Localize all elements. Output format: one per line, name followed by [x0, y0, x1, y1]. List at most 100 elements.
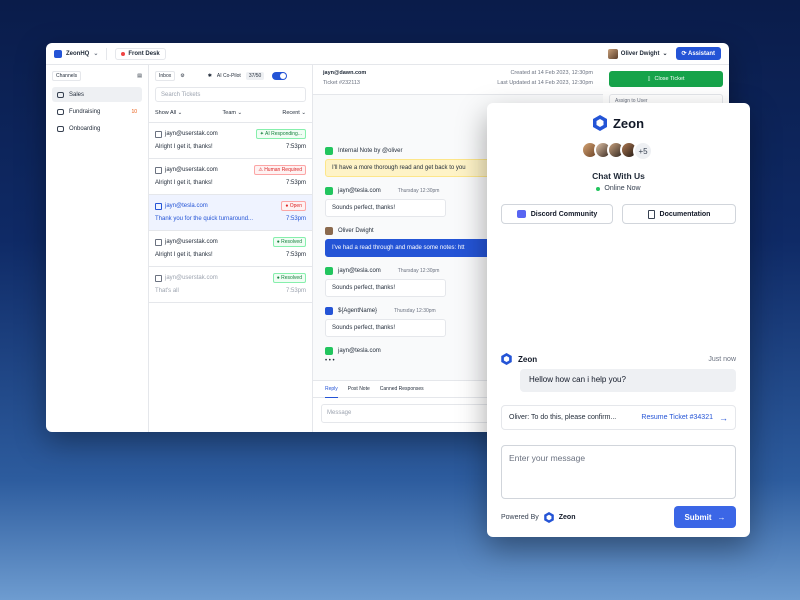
sidebar-item-sales[interactable]: Sales [52, 87, 142, 102]
status-badge: ● Resolved [272, 273, 306, 283]
ticket-time: 7:53pm [285, 252, 306, 258]
ticket-preview: Alright I get it, thanks! [155, 252, 213, 258]
ticket-time: 7:53pm [285, 144, 306, 150]
user-icon [155, 130, 162, 138]
ticket-preview: Thank you for the quick turnaround... [155, 216, 254, 222]
message-sender: Oliver Dwight [338, 228, 374, 234]
workspace-name: ZeonHQ [66, 50, 90, 57]
avatar [325, 227, 333, 235]
ticket-email: jayn@userstak.com [165, 275, 218, 281]
chat-widget: Zeon +5 Chat With Us Online Now Discord … [487, 103, 750, 537]
search-input[interactable]: Search Tickets [155, 87, 306, 102]
message-sender: jayn@tesla.com [338, 268, 381, 274]
chat-icon [57, 108, 64, 115]
online-dot [596, 186, 601, 191]
online-status: Online Now [487, 185, 750, 192]
chat-message-input[interactable]: Enter your message [501, 445, 736, 499]
channels-label: Channels [52, 71, 82, 81]
sparkle-icon: ✱ [207, 73, 212, 79]
status-badge: ✦ AI Responding... [255, 129, 306, 139]
tab-canned-responses[interactable]: Canned Responses [380, 386, 424, 397]
settings-gear-icon[interactable]: ⚙ [180, 73, 184, 79]
sidebar-item-label: Onboarding [69, 125, 101, 132]
user-icon [155, 238, 162, 246]
widget-brand: Zeon [487, 115, 750, 131]
submit-button[interactable]: Submit → [674, 506, 736, 528]
zeon-agent-icon [325, 307, 333, 315]
document-icon: ▯ [647, 76, 651, 82]
count-badge: 10 [131, 108, 137, 115]
zeon-logo-icon [592, 115, 607, 131]
assistant-button[interactable]: ⟳ Assistant [675, 47, 721, 60]
documentation-button[interactable]: Documentation [622, 204, 736, 224]
conversation-header: jayn@dawn.com Ticket #232113 Created at … [313, 65, 603, 95]
message-time: Thursday 12:30pm [394, 308, 436, 314]
widget-footer: Powered By Zeon Submit → [501, 506, 736, 528]
sidebar-item-onboarding[interactable]: Onboarding [52, 121, 142, 136]
message-sender: Internal Note by @oliver [338, 148, 403, 154]
chat-icon [57, 91, 64, 98]
conversation-email: jayn@dawn.com [323, 70, 367, 76]
ticket-row[interactable]: jayn@userstak.com ⚠ Human Required Alrigh… [149, 159, 312, 195]
discord-community-button[interactable]: Discord Community [501, 204, 613, 224]
message-bubble: I've had a read through and made some no… [325, 239, 505, 257]
chat-icon [57, 125, 64, 132]
sender-icon [325, 267, 333, 275]
workspace-switcher[interactable]: ZeonHQ ⌄ [54, 49, 98, 58]
sidebar-item-label: Sales [69, 91, 85, 98]
message-time: Thursday 12:30pm [397, 268, 440, 274]
ticket-row[interactable]: jayn@userstak.com ✦ AI Responding... Alri… [149, 123, 312, 159]
status-badge: ⚠ Human Required [254, 165, 306, 175]
close-ticket-button[interactable]: ▯ Close Ticket [609, 71, 723, 87]
desk-selector[interactable]: Front Desk [115, 47, 166, 60]
sender-icon [325, 147, 333, 155]
zeon-logo-icon [54, 49, 62, 58]
compose-icon[interactable]: ▤ [137, 73, 142, 79]
widget-brand-name: Zeon [612, 115, 645, 131]
ticket-row[interactable]: jayn@userstak.com ● Resolved Alright I ge… [149, 231, 312, 267]
channels-sidebar: Channels ▤ Sales Fundraising 10 Onboardi… [46, 65, 149, 432]
agent-message-bubble: Hellow how can i help you? [520, 369, 736, 392]
divider [106, 47, 108, 60]
message: ${AgentName} Thursday 12:30pm Sounds perf… [325, 307, 446, 337]
ticket-preview: Alright I get it, thanks! [155, 180, 213, 186]
typing-indicator: • • • [325, 358, 335, 364]
ticket-row-selected[interactable]: jayn@tesla.com ● Open Thank you for the q… [149, 195, 312, 231]
status-badge: ● Open [281, 201, 306, 211]
avatar [607, 48, 618, 59]
ticket-number: Ticket #232113 [323, 80, 360, 86]
online-status-label: Online Now [604, 185, 641, 192]
zeon-logo-icon [543, 511, 554, 523]
sender-icon [325, 187, 333, 195]
more-agents-count: +5 [633, 141, 653, 161]
message: jayn@tesla.com Thursday 12:30pm Sounds pe… [325, 267, 446, 297]
created-date: Created at 14 Feb 2023, 12:30pm [510, 70, 593, 76]
sidebar-item-fundraising[interactable]: Fundraising 10 [52, 104, 142, 119]
resume-ticket-link[interactable]: Resume Ticket #34321 [641, 414, 713, 421]
team-filter[interactable]: Team ⌄ [223, 110, 243, 116]
status-badge: ● Resolved [272, 237, 306, 247]
resume-preview-text: Oliver: To do this, please confirm... [509, 414, 617, 421]
ticket-time: 7:53pm [285, 216, 306, 222]
sidebar-item-label: Fundraising [69, 108, 101, 115]
ticket-email: jayn@userstak.com [165, 131, 218, 137]
message-time: Just now [708, 355, 736, 363]
sort-filter[interactable]: Recent ⌄ [282, 110, 306, 116]
user-menu[interactable]: Oliver Dwight ⌄ [607, 48, 668, 59]
inbox-tab[interactable]: Inbox [155, 71, 176, 81]
resume-ticket-bar[interactable]: Oliver: To do this, please confirm... Re… [501, 405, 736, 430]
top-bar: ZeonHQ ⌄ Front Desk Oliver Dwight ⌄ ⟳ As… [46, 43, 729, 65]
user-icon [155, 202, 162, 210]
copilot-toggle[interactable] [272, 72, 288, 80]
tab-reply[interactable]: Reply [325, 386, 338, 398]
message-bubble: Sounds perfect, thanks! [325, 319, 446, 337]
ticket-row[interactable]: jayn@userstak.com ● Resolved That's all 7:… [149, 267, 312, 303]
show-all-filter[interactable]: Show All ⌄ [155, 110, 182, 116]
arrow-right-icon: → [719, 412, 728, 423]
filter-bar: Show All ⌄ Team ⌄ Recent ⌄ [149, 104, 312, 123]
tab-post-note[interactable]: Post Note [348, 386, 370, 397]
copilot-label: AI Co-Pilot [216, 73, 241, 79]
discord-icon [516, 210, 526, 218]
message-time: Thursday 12:30pm [397, 188, 440, 194]
powered-brand: Zeon [558, 513, 576, 521]
